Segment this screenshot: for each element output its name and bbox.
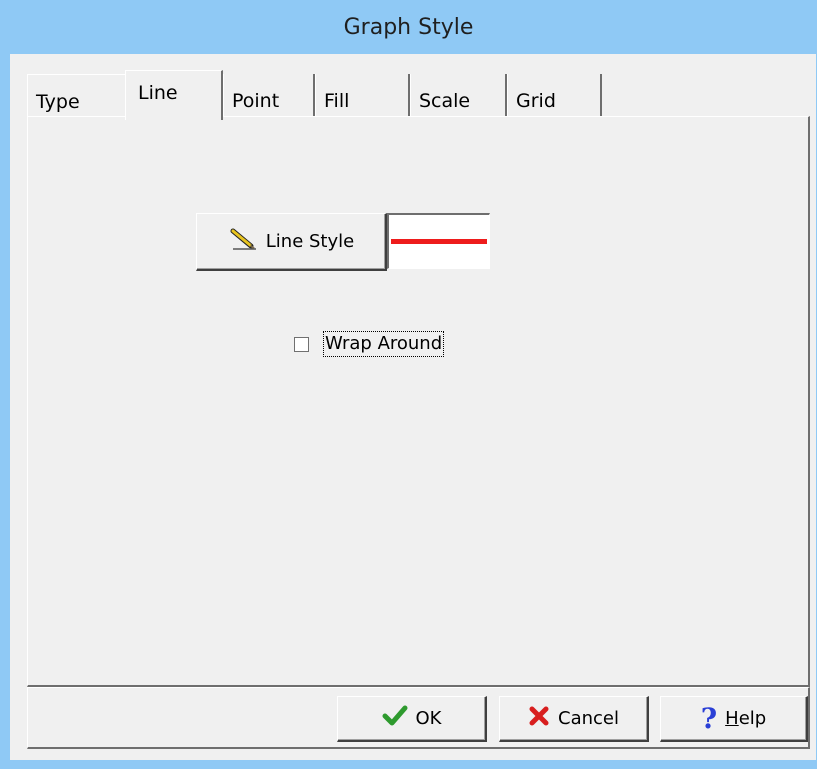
tab-panel-line: Line Style Wrap Around — [27, 116, 810, 687]
tab-point[interactable]: Point — [223, 74, 315, 120]
ok-label: OK — [415, 708, 442, 729]
tab-point-label: Point — [232, 90, 280, 112]
question-mark-icon: ? — [700, 701, 718, 735]
checkmark-icon — [382, 705, 408, 732]
tab-line[interactable]: Line — [125, 70, 223, 120]
wrap-around-label[interactable]: Wrap Around — [323, 331, 445, 357]
line-style-preview — [387, 213, 490, 269]
window-title: Graph Style — [343, 14, 474, 40]
dialog-footer: OK Cancel ? Help — [27, 687, 810, 749]
wrap-around-checkbox[interactable] — [294, 336, 309, 352]
line-style-button[interactable]: Line Style — [196, 213, 387, 271]
cancel-button[interactable]: Cancel — [499, 696, 649, 742]
tab-line-label: Line — [138, 82, 178, 104]
x-icon — [528, 705, 550, 732]
title-bar: Graph Style — [0, 0, 817, 54]
line-style-label: Line Style — [265, 231, 355, 252]
ok-button[interactable]: OK — [337, 696, 487, 742]
tab-type[interactable]: Type — [27, 74, 127, 120]
tab-fill-label: Fill — [324, 90, 350, 112]
dialog-window: Graph Style Type Line Point Fill Scale G… — [0, 0, 817, 769]
tab-fill[interactable]: Fill — [315, 74, 410, 120]
dialog-client-area: Type Line Point Fill Scale Grid Line Sty… — [10, 54, 816, 760]
cancel-label: Cancel — [558, 708, 619, 729]
line-preview-stroke — [391, 239, 487, 244]
pencil-icon — [228, 228, 258, 255]
help-label: Help — [725, 708, 766, 729]
tab-grid[interactable]: Grid — [507, 74, 602, 120]
help-accelerator: H — [725, 708, 739, 729]
help-button[interactable]: ? Help — [660, 696, 808, 742]
tab-type-label: Type — [36, 91, 80, 113]
help-label-rest: elp — [738, 708, 767, 729]
tab-scale-label: Scale — [419, 90, 471, 112]
wrap-around-row[interactable]: Wrap Around — [294, 331, 445, 357]
tab-scale[interactable]: Scale — [410, 74, 507, 120]
tab-grid-label: Grid — [516, 90, 556, 112]
